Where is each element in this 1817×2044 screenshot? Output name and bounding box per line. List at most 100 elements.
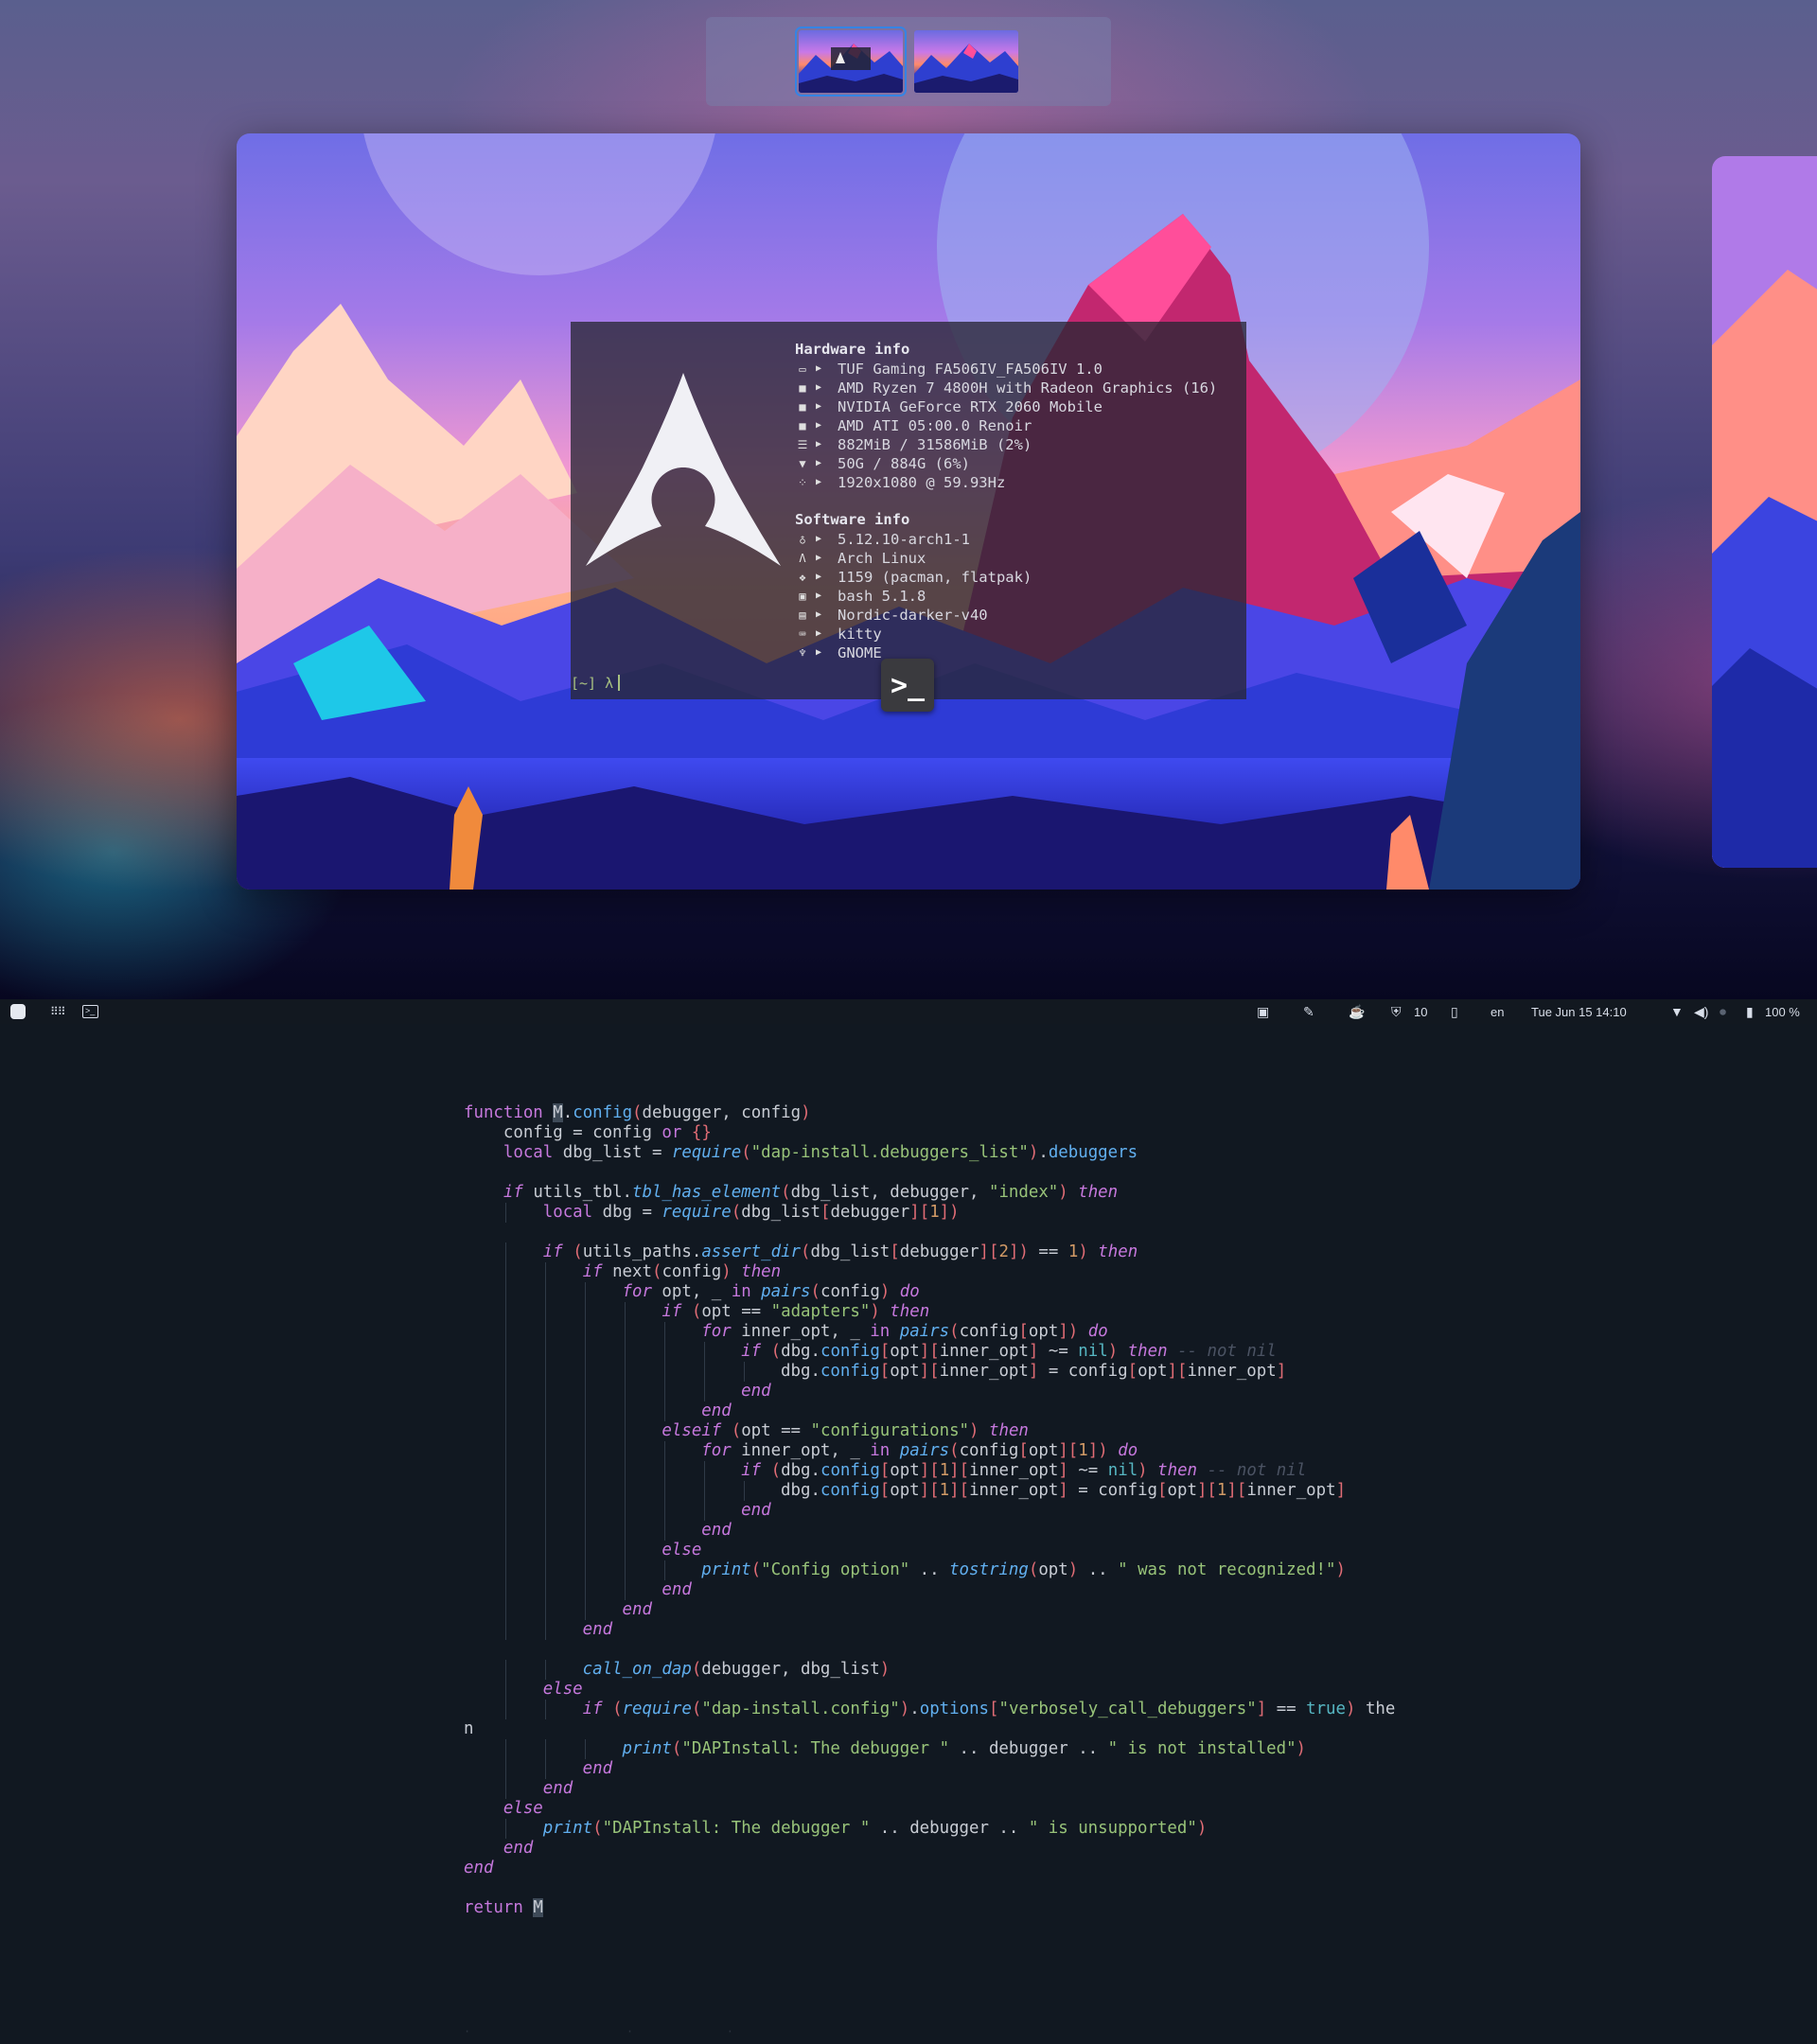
updates-shield-icon[interactable]: ⛨ xyxy=(1391,999,1402,1024)
code-line[interactable]: local dbg_list = require("dap-install.de… xyxy=(464,1143,1395,1163)
workspace-thumbnail-2[interactable] xyxy=(914,30,1018,93)
code-line[interactable]: end xyxy=(464,1580,1395,1600)
code-line[interactable]: end xyxy=(464,1382,1395,1401)
code-line[interactable]: dbg.config[opt][1][inner_opt] = config[o… xyxy=(464,1481,1395,1501)
indent-guide xyxy=(505,1580,506,1600)
code-line[interactable]: if (utils_paths.assert_dir(dbg_list[debu… xyxy=(464,1242,1395,1262)
indent-guide xyxy=(585,1580,586,1600)
code-line[interactable]: for inner_opt, _ in pairs(config[opt]) d… xyxy=(464,1322,1395,1342)
code-line[interactable]: end xyxy=(464,1779,1395,1799)
indent-guide xyxy=(625,1541,626,1560)
code-line[interactable]: for opt, _ in pairs(config) do xyxy=(464,1282,1395,1302)
code-line[interactable]: else xyxy=(464,1541,1395,1560)
microphone-icon[interactable]: ⏺ xyxy=(1720,999,1726,1024)
code-line[interactable]: else xyxy=(464,1680,1395,1700)
code-editor[interactable]: function M.config(debugger, config) conf… xyxy=(0,1024,1817,2044)
code-line[interactable]: if (opt == "adapters") then xyxy=(464,1302,1395,1322)
indent-guide xyxy=(625,1401,626,1421)
code-line[interactable]: dbg.config[opt][inner_opt] = config[opt]… xyxy=(464,1362,1395,1382)
code-line[interactable] xyxy=(464,1640,1395,1660)
updates-count[interactable]: 10 xyxy=(1414,999,1427,1024)
code-line[interactable]: n xyxy=(464,1719,1395,1739)
code-line[interactable]: function M.config(debugger, config) xyxy=(464,1103,1395,1123)
code-line[interactable]: if (dbg.config[opt][inner_opt] ~= nil) t… xyxy=(464,1342,1395,1362)
code-line[interactable]: end xyxy=(464,1620,1395,1640)
code-lines[interactable]: function M.config(debugger, config) conf… xyxy=(464,1103,1395,1918)
code-text: return M xyxy=(464,1898,543,1917)
indent-guide xyxy=(625,1362,626,1382)
indent-guide xyxy=(704,1382,705,1401)
code-line[interactable]: end xyxy=(464,1600,1395,1620)
apps-grid-icon[interactable]: ⠿⠿ xyxy=(50,999,66,1024)
clock[interactable]: Tue Jun 15 14:10 xyxy=(1531,999,1627,1024)
shell-icon: ▣ xyxy=(799,590,806,603)
workspace-window-preview[interactable]: Hardware info ▭ ▶ TUF Gaming FA506IV_FA506… xyxy=(237,133,1580,890)
indent-guide xyxy=(664,1461,665,1481)
code-line[interactable]: end xyxy=(464,1759,1395,1779)
code-line[interactable]: if (require("dap-install.config").option… xyxy=(464,1700,1395,1719)
code-line[interactable]: config = config or {} xyxy=(464,1123,1395,1143)
code-line[interactable]: print("DAPInstall: The debugger " .. deb… xyxy=(464,1739,1395,1759)
code-line[interactable]: print("DAPInstall: The debugger " .. deb… xyxy=(464,1819,1395,1839)
code-line[interactable] xyxy=(464,1878,1395,1898)
code-line[interactable]: end xyxy=(464,1501,1395,1521)
code-line[interactable]: if utils_tbl.tbl_has_element(dbg_list, d… xyxy=(464,1183,1395,1203)
indent-guide xyxy=(505,1401,506,1421)
code-line[interactable] xyxy=(464,1223,1395,1242)
caffeine-icon[interactable]: ☕ xyxy=(1349,999,1365,1024)
indent-guide xyxy=(625,1441,626,1461)
code-text: end xyxy=(542,1779,573,1798)
indent-guide xyxy=(545,1521,546,1541)
disk-icon: ▼ xyxy=(799,457,806,470)
code-line[interactable]: else xyxy=(464,1799,1395,1819)
clipboard-icon[interactable]: ▯ xyxy=(1451,999,1458,1024)
code-line[interactable]: end xyxy=(464,1521,1395,1541)
shell-prompt[interactable]: [~] λ xyxy=(571,675,621,692)
indent-guide xyxy=(625,1521,626,1541)
indent-guide xyxy=(505,1739,506,1759)
code-text: end xyxy=(464,1859,494,1877)
code-text: if (require("dap-install.config").option… xyxy=(582,1700,1396,1718)
code-text: dbg.config[opt][1][inner_opt] = config[o… xyxy=(464,1481,1347,1500)
code-line[interactable]: print("Config option" .. tostring(opt) .… xyxy=(464,1560,1395,1580)
code-text: local dbg = require(dbg_list[debugger][1… xyxy=(542,1203,960,1222)
laptop-icon: ▭ xyxy=(799,362,806,376)
code-line[interactable]: end xyxy=(464,1839,1395,1859)
indent-guide xyxy=(545,1759,546,1779)
hardware-row: ■ ▶ AMD ATI 05:00.0 Renoir xyxy=(795,416,1217,435)
indent-guide xyxy=(505,1560,506,1580)
code-line[interactable]: end xyxy=(464,1859,1395,1878)
workspace-thumbnail-1[interactable] xyxy=(795,26,907,97)
indent-guide xyxy=(545,1401,546,1421)
wifi-icon[interactable]: ▼ xyxy=(1670,999,1684,1024)
arrow-icon: ▶ xyxy=(815,647,822,658)
code-line[interactable] xyxy=(464,1163,1395,1183)
code-line[interactable]: if next(config) then xyxy=(464,1262,1395,1282)
color-picker-icon[interactable]: ✎ xyxy=(1303,999,1314,1024)
terminal-window[interactable]: Hardware info ▭ ▶ TUF Gaming FA506IV_FA506… xyxy=(571,322,1246,699)
next-workspace-preview[interactable] xyxy=(1712,156,1817,868)
terminal-launcher-icon[interactable]: >_ xyxy=(82,999,98,1024)
indent-guide xyxy=(505,1302,506,1322)
battery-icon[interactable]: ▮ xyxy=(1746,999,1754,1024)
terminal-app-icon[interactable]: >_ xyxy=(881,659,934,712)
screens-icon[interactable]: ▣ xyxy=(1257,999,1269,1024)
keyboard-language[interactable]: en xyxy=(1491,999,1504,1024)
indent-guide xyxy=(545,1262,546,1282)
indent-guide xyxy=(704,1481,705,1501)
code-line[interactable]: call_on_dap(debugger, dbg_list) xyxy=(464,1660,1395,1680)
code-line[interactable]: elseif (opt == "configurations") then xyxy=(464,1421,1395,1441)
terminal-icon: ⌨ xyxy=(799,627,806,641)
battery-percent[interactable]: 100 % xyxy=(1765,999,1800,1024)
arrow-icon: ▶ xyxy=(815,477,822,487)
code-line[interactable]: local dbg = require(dbg_list[debugger][1… xyxy=(464,1203,1395,1223)
code-line[interactable]: for inner_opt, _ in pairs(config[opt][1]… xyxy=(464,1441,1395,1461)
activities-button[interactable] xyxy=(10,999,26,1024)
code-line[interactable]: return M xyxy=(464,1898,1395,1918)
indent-guide xyxy=(704,1362,705,1382)
memory-icon: ☰ xyxy=(797,438,808,451)
code-text: elseif (opt == "configurations") then xyxy=(662,1421,1029,1440)
code-line[interactable]: if (dbg.config[opt][1][inner_opt] ~= nil… xyxy=(464,1461,1395,1481)
volume-icon[interactable]: ◀) xyxy=(1694,999,1708,1024)
code-line[interactable]: end xyxy=(464,1401,1395,1421)
